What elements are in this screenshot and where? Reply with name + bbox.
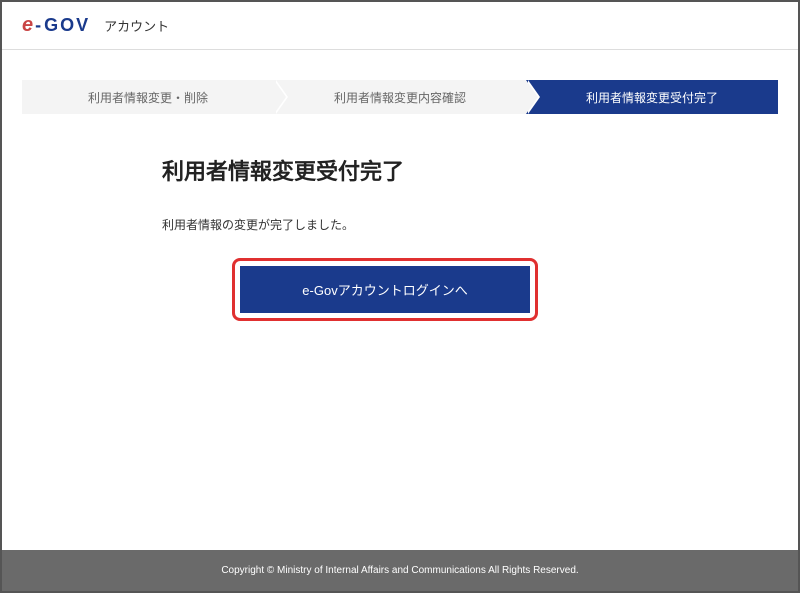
copyright-text: Copyright © Ministry of Internal Affairs… [221, 565, 578, 576]
step-2: 利用者情報変更内容確認 [274, 80, 526, 114]
logo: e - GOV [22, 14, 90, 37]
footer: Copyright © Ministry of Internal Affairs… [2, 550, 798, 591]
step-1-label: 利用者情報変更・削除 [88, 89, 208, 106]
step-3-label: 利用者情報変更受付完了 [586, 89, 718, 106]
step-1: 利用者情報変更・削除 [22, 80, 274, 114]
header: e - GOV アカウント [2, 2, 798, 50]
content: 利用者情報変更・削除 利用者情報変更内容確認 利用者情報変更受付完了 利用者情報… [2, 50, 798, 321]
button-highlight-frame: e-Govアカウントログインへ [232, 258, 538, 321]
login-button[interactable]: e-Govアカウントログインへ [240, 266, 530, 313]
logo-e-mark: e [22, 14, 33, 37]
step-2-label: 利用者情報変更内容確認 [334, 89, 466, 106]
main-area: 利用者情報変更受付完了 利用者情報の変更が完了しました。 e-Govアカウントロ… [22, 154, 778, 321]
logo-gov-text: GOV [44, 15, 90, 36]
page-title: 利用者情報変更受付完了 [162, 154, 778, 186]
logo-dash: - [35, 15, 42, 36]
completion-message: 利用者情報の変更が完了しました。 [162, 216, 778, 233]
progress-steps: 利用者情報変更・削除 利用者情報変更内容確認 利用者情報変更受付完了 [22, 80, 778, 114]
step-3-active: 利用者情報変更受付完了 [526, 80, 778, 114]
logo-subtitle: アカウント [104, 16, 169, 35]
